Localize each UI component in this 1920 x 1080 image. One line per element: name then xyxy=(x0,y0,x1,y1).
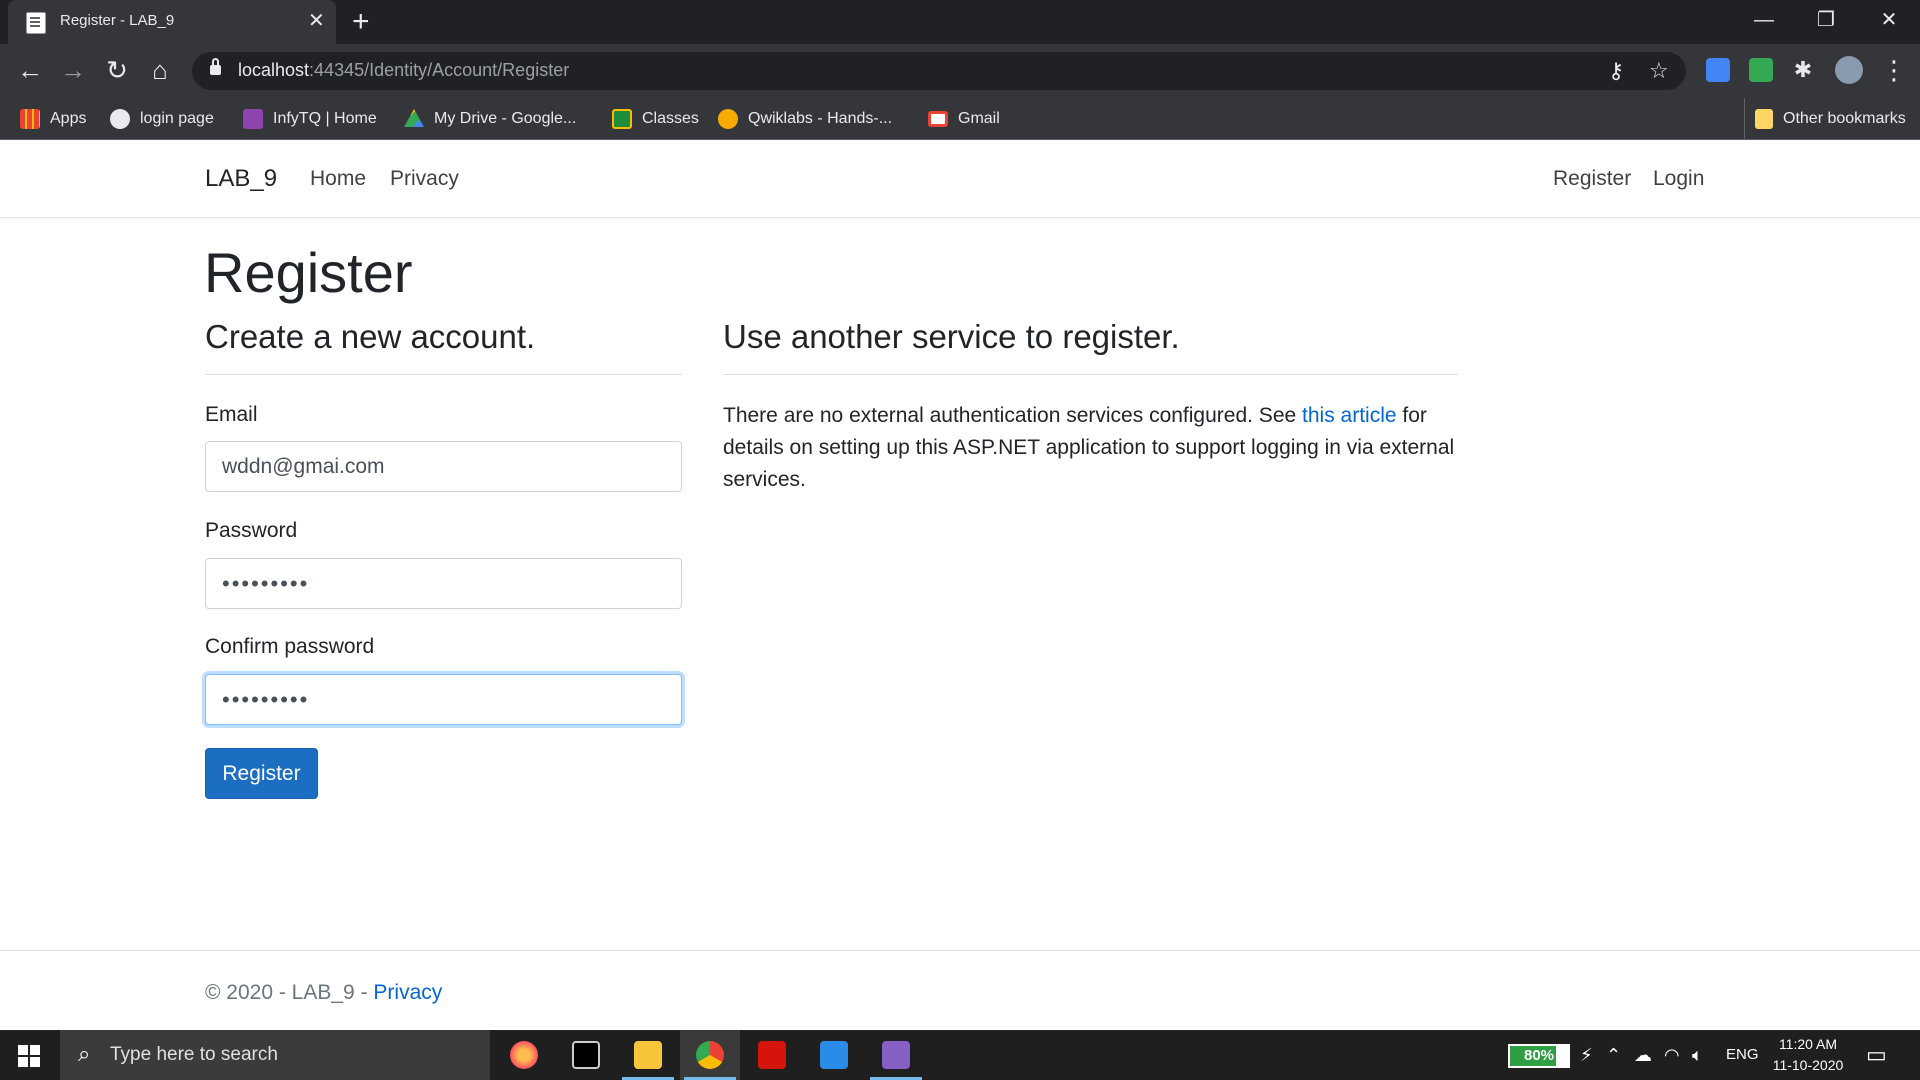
email-value: wddn@gmai.com xyxy=(222,454,385,478)
this-article-link[interactable]: this article xyxy=(1302,404,1397,427)
email-label: Email xyxy=(205,403,258,426)
minimize-icon[interactable]: — xyxy=(1744,6,1784,34)
email-field[interactable]: wddn@gmai.com xyxy=(205,441,682,492)
register-submit-button[interactable]: Register xyxy=(205,748,318,799)
profile-avatar[interactable] xyxy=(1835,56,1863,84)
battery-indicator[interactable]: 80% xyxy=(1508,1044,1570,1068)
chevron-up-icon[interactable]: ⌃ xyxy=(1606,1043,1621,1067)
gmail-icon xyxy=(928,111,948,127)
confirm-password-label: Confirm password xyxy=(205,635,375,658)
form-heading: Create a new account. xyxy=(205,318,536,355)
infytq-icon xyxy=(243,109,263,129)
browser-tab-strip: Register - LAB_9 ✕ + — ❐ ✕ xyxy=(0,0,1920,44)
apps-grid-icon xyxy=(20,109,40,129)
onedrive-icon[interactable]: ☁ xyxy=(1634,1043,1652,1067)
form-divider xyxy=(205,374,682,375)
clock-date: 11-10-2020 xyxy=(1772,1057,1844,1073)
windows-taskbar: ⌕ Type here to search 80% ⚡ ⌃ ☁ ◠ 🔈︎ ENG… xyxy=(0,1030,1920,1080)
vscode-taskbar-icon[interactable] xyxy=(804,1030,864,1080)
bookmark-gmail[interactable]: Gmail xyxy=(928,98,1000,140)
restore-icon[interactable]: ❐ xyxy=(1806,6,1846,34)
windows-start-icon[interactable] xyxy=(18,1045,40,1067)
password-label: Password xyxy=(205,519,298,542)
new-tab-button[interactable]: + xyxy=(352,6,370,38)
external-auth-message: There are no external authentication ser… xyxy=(723,404,1455,491)
nav-link-login[interactable]: Login xyxy=(1653,167,1704,191)
wifi-icon[interactable]: ◠ xyxy=(1664,1043,1680,1067)
password-value: ••••••••• xyxy=(222,570,310,596)
page-title: Register xyxy=(204,241,413,304)
bookmarks-bar: Apps login page InfyTQ | Home My Drive -… xyxy=(0,98,1920,140)
power-plug-icon: ⚡ xyxy=(1580,1045,1593,1065)
visual-studio-taskbar-icon[interactable] xyxy=(866,1030,926,1080)
page-favicon-icon xyxy=(26,12,46,34)
forward-arrow-icon[interactable]: → xyxy=(57,55,89,85)
battery-percent: 80% xyxy=(1523,1047,1555,1064)
bookmark-infytq[interactable]: InfyTQ | Home xyxy=(243,98,377,140)
bookmark-login-page[interactable]: login page xyxy=(110,98,214,140)
site-footer: © 2020 - LAB_9 - Privacy xyxy=(0,950,1920,1030)
confirm-password-value: ••••••••• xyxy=(222,686,310,712)
search-placeholder: Type here to search xyxy=(110,1044,278,1065)
extension-icon[interactable] xyxy=(1749,58,1773,82)
nav-link-privacy[interactable]: Privacy xyxy=(390,167,459,191)
navbar-brand[interactable]: LAB_9 xyxy=(205,165,277,193)
more-menu-icon[interactable]: ⋮ xyxy=(1878,55,1910,85)
notification-center-icon[interactable]: ▭ xyxy=(1866,1043,1887,1067)
window-close-icon[interactable]: ✕ xyxy=(1869,6,1909,34)
acrobat-taskbar-icon[interactable] xyxy=(742,1030,802,1080)
external-divider xyxy=(723,374,1458,375)
google-drive-icon xyxy=(404,109,424,127)
back-arrow-icon[interactable]: ← xyxy=(14,55,46,85)
home-icon[interactable]: ⌂ xyxy=(144,55,176,85)
bookmark-apps[interactable]: Apps xyxy=(20,98,86,140)
google-translate-icon[interactable] xyxy=(1706,58,1730,82)
clock-time: 11:20 AM xyxy=(1778,1036,1838,1052)
qwiklabs-icon xyxy=(718,109,738,129)
volume-icon[interactable]: 🔈︎ xyxy=(1692,1043,1703,1067)
external-login-heading: Use another service to register. xyxy=(723,318,1180,355)
site-navbar: LAB_9 Home Privacy Register Login xyxy=(0,140,1920,218)
bookmark-other[interactable]: Other bookmarks xyxy=(1744,98,1906,140)
file-explorer-taskbar-icon[interactable] xyxy=(618,1030,678,1080)
browser-tab[interactable]: Register - LAB_9 ✕ xyxy=(8,0,336,44)
footer-copyright: © 2020 - LAB_9 - Privacy xyxy=(205,981,443,1004)
search-icon: ⌕ xyxy=(78,1041,91,1066)
folder-icon xyxy=(1755,109,1773,129)
nav-link-home[interactable]: Home xyxy=(310,167,366,191)
terminal-taskbar-icon[interactable] xyxy=(556,1030,616,1080)
extensions-puzzle-icon[interactable]: ✱ xyxy=(1787,55,1819,85)
google-classroom-icon xyxy=(612,109,632,129)
footer-privacy-link[interactable]: Privacy xyxy=(373,981,442,1004)
language-indicator[interactable]: ENG xyxy=(1726,1043,1759,1067)
firefox-taskbar-icon[interactable] xyxy=(494,1030,554,1080)
bookmark-classes[interactable]: Classes xyxy=(612,98,699,140)
reload-icon[interactable]: ↻ xyxy=(101,55,133,85)
browser-toolbar: ← → ↻ ⌂ localhost:44345/Identity/Account… xyxy=(0,44,1920,98)
nav-link-register[interactable]: Register xyxy=(1553,167,1631,191)
system-clock[interactable]: 11:20 AM 11-10-2020 xyxy=(1768,1034,1848,1076)
globe-icon xyxy=(110,109,130,129)
chrome-taskbar-icon[interactable] xyxy=(680,1030,740,1080)
address-bar[interactable]: localhost:44345/Identity/Account/Registe… xyxy=(192,52,1686,90)
url-text[interactable]: localhost:44345/Identity/Account/Registe… xyxy=(238,60,569,81)
taskbar-search-box[interactable]: ⌕ Type here to search xyxy=(60,1030,490,1080)
bookmark-qwiklabs[interactable]: Qwiklabs - Hands-... xyxy=(718,98,892,140)
confirm-password-field[interactable]: ••••••••• xyxy=(205,674,682,725)
password-field[interactable]: ••••••••• xyxy=(205,558,682,609)
bookmark-my-drive[interactable]: My Drive - Google... xyxy=(404,98,576,140)
tab-close-icon[interactable]: ✕ xyxy=(308,9,325,33)
tab-title: Register - LAB_9 xyxy=(60,12,175,29)
key-icon[interactable]: ⚷ xyxy=(1608,58,1624,84)
lock-icon[interactable] xyxy=(210,58,221,75)
bookmark-star-icon[interactable]: ☆ xyxy=(1649,58,1669,84)
